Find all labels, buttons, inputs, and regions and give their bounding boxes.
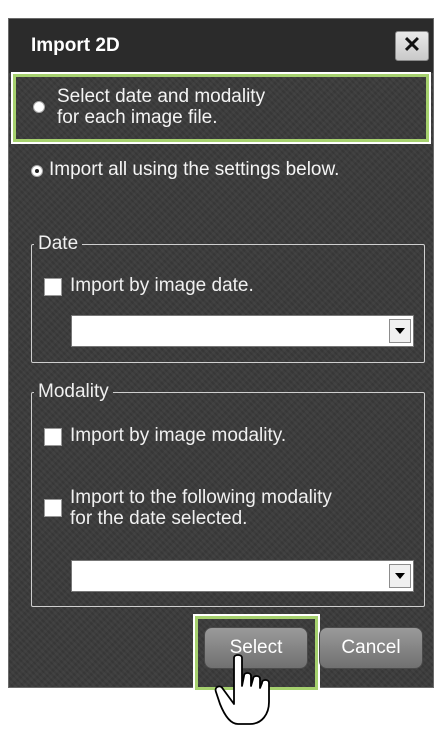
radio-import-all[interactable]: [31, 165, 43, 177]
import-following-modality-option[interactable]: Import to the following modality for the…: [44, 487, 332, 529]
import-by-modality-label: Import by image modality.: [70, 425, 287, 446]
modality-dropdown[interactable]: [71, 560, 414, 592]
option-per-file-line1: Select date and modality: [57, 86, 266, 107]
hand-pointer-icon: [214, 654, 270, 725]
import-2d-dialog: Import 2D ✕ Select date and modality for…: [8, 18, 434, 692]
radio-import-all-option[interactable]: Import all using the settings below.: [31, 159, 339, 181]
close-icon: ✕: [402, 32, 422, 57]
import-by-modality-checkbox[interactable]: [44, 428, 62, 446]
cancel-button[interactable]: Cancel: [319, 627, 423, 669]
import-following-line2: for the date selected.: [70, 508, 248, 529]
close-button[interactable]: ✕: [395, 31, 429, 61]
import-following-modality-checkbox[interactable]: [44, 499, 62, 517]
chevron-down-icon[interactable]: [389, 564, 411, 588]
import-by-date-checkbox[interactable]: [44, 278, 62, 296]
option-per-file-line2: for each image file.: [57, 107, 218, 128]
import-by-date-option[interactable]: Import by image date.: [44, 275, 254, 297]
date-legend: Date: [38, 233, 79, 254]
import-by-date-label: Import by image date.: [70, 275, 254, 296]
dialog-title: Import 2D: [31, 35, 120, 56]
radio-per-file-option[interactable]: Select date and modality for each image …: [33, 86, 265, 128]
title-bar: Import 2D ✕: [9, 19, 433, 73]
date-dropdown[interactable]: [71, 315, 414, 347]
option-import-all-label: Import all using the settings below.: [49, 159, 340, 180]
import-following-line1: Import to the following modality: [70, 487, 332, 508]
modality-legend: Modality: [38, 381, 109, 402]
radio-per-file[interactable]: [33, 101, 45, 113]
cancel-button-label: Cancel: [341, 637, 401, 658]
chevron-down-icon[interactable]: [389, 319, 411, 343]
import-by-modality-option[interactable]: Import by image modality.: [44, 425, 286, 447]
